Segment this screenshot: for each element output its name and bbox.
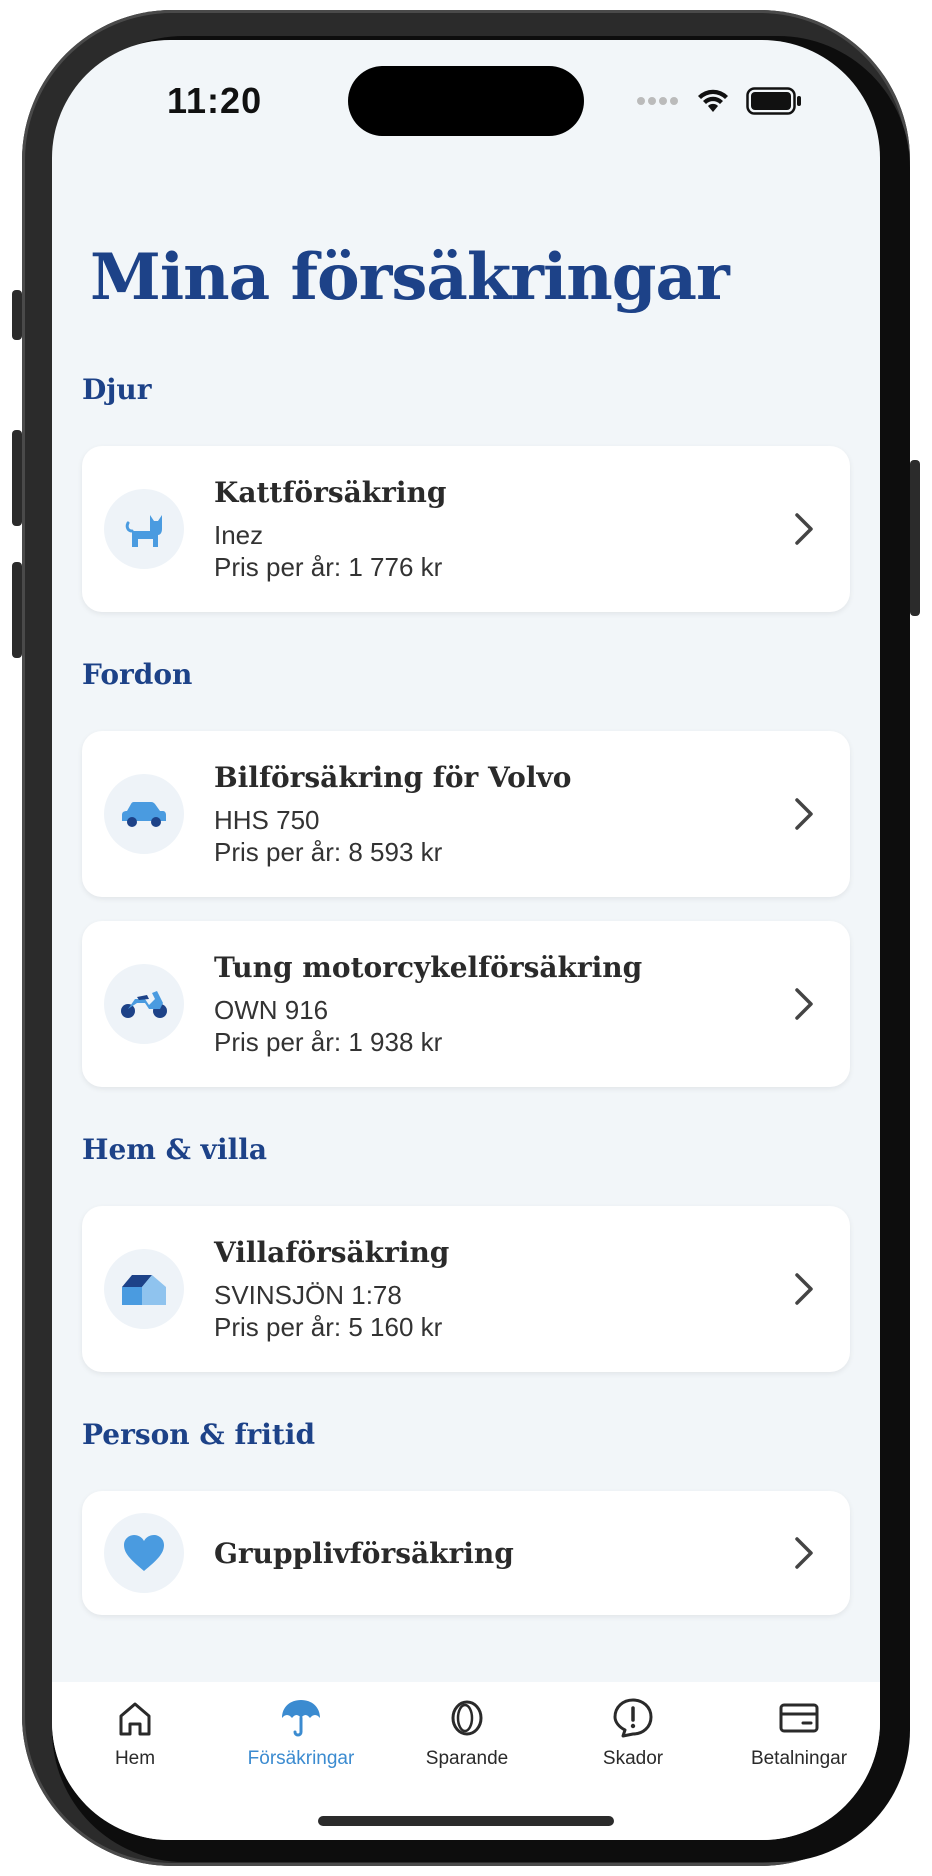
insurance-card-car[interactable]: Bilförsäkring för Volvo HHS 750 Pris per… [82, 731, 850, 897]
tab-sparande[interactable]: Sparande [384, 1696, 550, 1796]
chevron-right-icon [795, 513, 813, 545]
section-heading-hem-villa: Hem & villa [82, 1133, 267, 1166]
card-subtitle: HHS 750 [214, 805, 320, 835]
card-subtitle: OWN 916 [214, 995, 329, 1025]
wifi-icon [698, 89, 728, 112]
card-title: Grupplivförsäkring [214, 1537, 514, 1570]
insurance-card-group-life[interactable]: Grupplivförsäkring [82, 1491, 850, 1615]
power-button [910, 460, 920, 616]
tab-label: Skador [602, 1748, 664, 1769]
insurance-card-house[interactable]: Villaförsäkring SVINSJÖN 1:78 Pris per å… [82, 1206, 850, 1372]
tab-betalningar[interactable]: Betalningar [716, 1696, 880, 1796]
card-price: Pris per år: 1 776 kr [214, 552, 443, 582]
status-time: 11:20 [167, 80, 263, 121]
tab-forsakringar[interactable]: Försäkringar [218, 1696, 384, 1796]
icon-circle [104, 1513, 184, 1593]
status-icons [636, 86, 802, 116]
section-heading-djur: Djur [82, 373, 152, 406]
tab-label: Betalningar [750, 1748, 848, 1769]
chevron-right-icon [795, 988, 813, 1020]
section-heading-fordon: Fordon [82, 658, 193, 691]
card-subtitle: Inez [214, 520, 264, 550]
card-icon [779, 1703, 819, 1733]
tab-skador[interactable]: Skador [550, 1696, 716, 1796]
dynamic-island [348, 66, 584, 136]
insurance-card-motorcycle[interactable]: Tung motorcykelförsäkring OWN 916 Pris p… [82, 921, 850, 1087]
card-price: Pris per år: 5 160 kr [214, 1312, 443, 1342]
cat-icon [125, 515, 162, 547]
battery-icon [746, 87, 801, 115]
cellular-signal-icon [637, 97, 678, 105]
volume-up-button [12, 430, 22, 526]
card-title: Villaförsäkring [214, 1236, 450, 1269]
screen: 11:20 Mina försäkringar Djur Kattförsäkr… [52, 40, 880, 1840]
tab-bar: Hem Försäkringar Sparande Skador Betalni… [52, 1682, 880, 1840]
silent-switch [12, 290, 22, 340]
umbrella-icon [282, 1700, 320, 1737]
section-heading-person-fritid: Person & fritid [82, 1418, 316, 1451]
tab-label: Försäkringar [247, 1748, 355, 1769]
car-icon [122, 802, 166, 827]
chevron-right-icon [795, 798, 813, 830]
icon-circle [104, 774, 184, 854]
chevron-right-icon [795, 1273, 813, 1305]
tab-label: Sparande [425, 1748, 509, 1769]
coin-icon [451, 1700, 483, 1736]
home-indicator[interactable] [318, 1816, 614, 1826]
home-icon [119, 1702, 151, 1736]
card-price: Pris per år: 1 938 kr [214, 1027, 443, 1057]
motorcycle-icon [121, 991, 167, 1018]
page-title: Mina försäkringar [90, 240, 730, 315]
insurance-card-cat[interactable]: Kattförsäkring Inez Pris per år: 1 776 k… [82, 446, 850, 612]
alert-icon [613, 1698, 653, 1738]
heart-icon [124, 1535, 164, 1571]
card-title: Bilförsäkring för Volvo [214, 761, 572, 794]
tab-hem[interactable]: Hem [52, 1696, 218, 1796]
tab-label: Hem [114, 1748, 156, 1769]
icon-circle [104, 489, 184, 569]
icon-circle [104, 1249, 184, 1329]
card-title: Tung motorcykelförsäkring [214, 951, 643, 984]
chevron-right-icon [795, 1537, 813, 1569]
card-subtitle: SVINSJÖN 1:78 [214, 1280, 402, 1310]
card-title: Kattförsäkring [214, 476, 447, 509]
icon-circle [104, 964, 184, 1044]
volume-down-button [12, 562, 22, 658]
card-price: Pris per år: 8 593 kr [214, 837, 443, 867]
house-icon [122, 1275, 166, 1305]
